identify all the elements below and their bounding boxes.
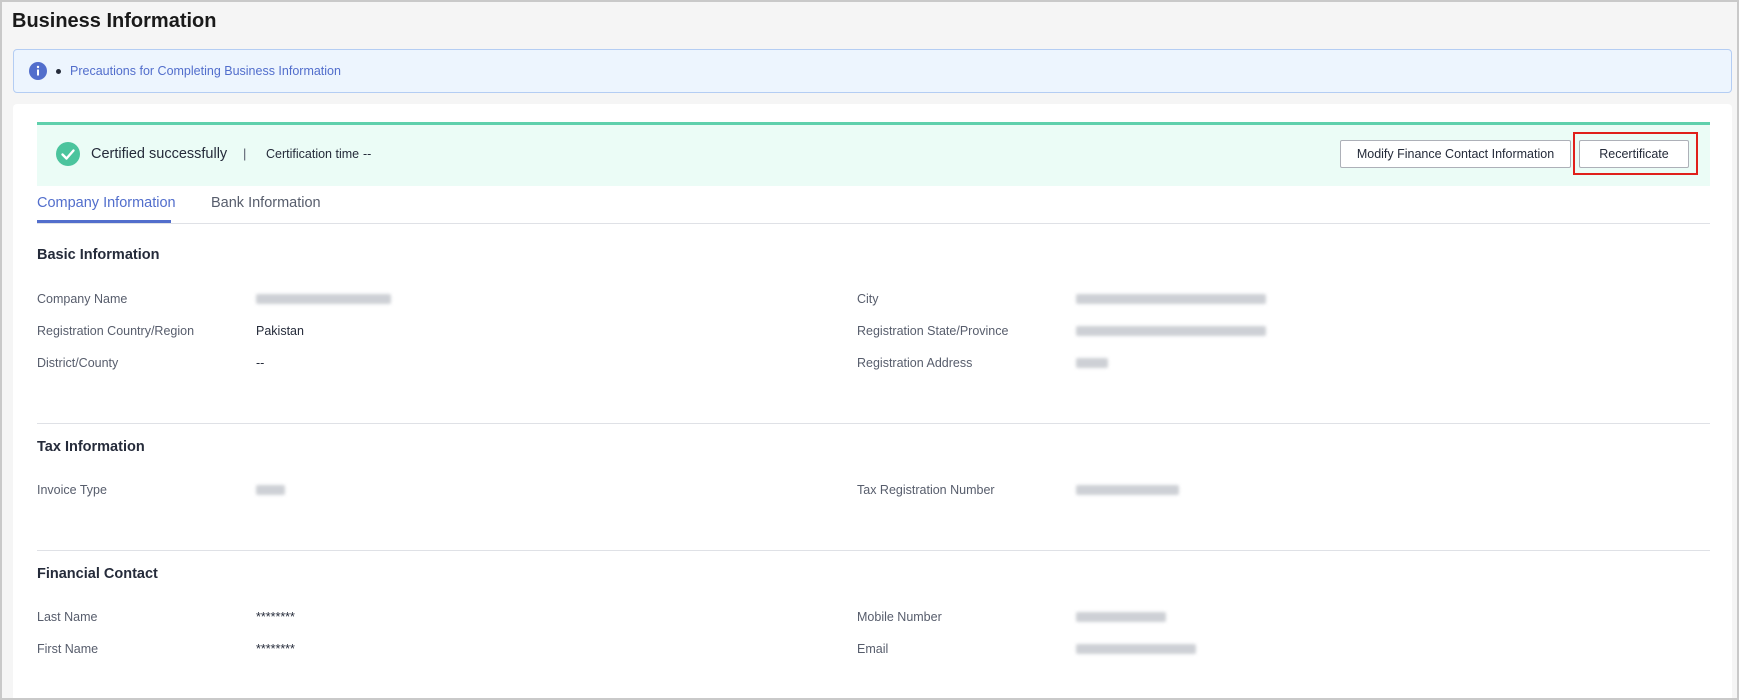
active-tab-indicator bbox=[37, 220, 171, 223]
tax-registration-label: Tax Registration Number bbox=[857, 483, 995, 497]
tax-registration-value bbox=[1076, 485, 1179, 495]
last-name-label: Last Name bbox=[37, 610, 98, 624]
country-value: Pakistan bbox=[256, 324, 304, 338]
email-label: Email bbox=[857, 642, 889, 656]
bullet bbox=[56, 69, 61, 74]
first-name-value: ******** bbox=[256, 642, 295, 656]
mobile-number-value bbox=[1076, 612, 1166, 622]
district-label: District/County bbox=[37, 356, 119, 370]
status-separator: | bbox=[243, 146, 247, 161]
tab-company-information[interactable]: Company Information bbox=[37, 195, 176, 211]
tab-bar: Company Information Bank Information bbox=[37, 186, 1710, 224]
modify-finance-contact-button[interactable]: Modify Finance Contact Information bbox=[1340, 140, 1571, 168]
tab-bank-information[interactable]: Bank Information bbox=[211, 195, 321, 211]
invoice-type-value bbox=[256, 485, 285, 495]
notice-banner: Precautions for Completing Business Info… bbox=[13, 49, 1732, 93]
status-text: Certified successfully bbox=[91, 146, 228, 162]
check-circle-icon bbox=[56, 142, 80, 166]
page-title: Business Information bbox=[12, 10, 217, 32]
first-name-label: First Name bbox=[37, 642, 99, 656]
company-name-label: Company Name bbox=[37, 292, 128, 306]
tax-information-title: Tax Information bbox=[37, 439, 145, 455]
invoice-type-label: Invoice Type bbox=[37, 483, 107, 497]
app-frame: Business Information Precautions for Com… bbox=[0, 0, 1739, 700]
main-card: Certified successfully | Certification t… bbox=[13, 104, 1732, 698]
section-divider bbox=[37, 423, 1710, 424]
info-icon bbox=[29, 62, 47, 80]
mobile-number-label: Mobile Number bbox=[857, 610, 942, 624]
certification-status-bar: Certified successfully | Certification t… bbox=[37, 122, 1710, 186]
certification-time-value: -- bbox=[363, 147, 372, 161]
section-divider bbox=[37, 550, 1710, 551]
state-value bbox=[1076, 326, 1266, 336]
state-label: Registration State/Province bbox=[857, 324, 1009, 338]
financial-contact-title: Financial Contact bbox=[37, 566, 158, 582]
country-label: Registration Country/Region bbox=[37, 324, 195, 338]
basic-information-title: Basic Information bbox=[37, 247, 160, 263]
address-label: Registration Address bbox=[857, 356, 973, 370]
certification-time-label: Certification time bbox=[266, 147, 360, 161]
address-value bbox=[1076, 358, 1108, 368]
company-name-value bbox=[256, 294, 391, 304]
precautions-link[interactable]: Precautions for Completing Business Info… bbox=[70, 64, 341, 78]
district-value: -- bbox=[256, 356, 265, 370]
email-value bbox=[1076, 644, 1196, 654]
last-name-value: ******** bbox=[256, 610, 295, 624]
recertificate-button[interactable]: Recertificate bbox=[1579, 140, 1689, 168]
city-label: City bbox=[857, 292, 879, 306]
city-value bbox=[1076, 294, 1266, 304]
